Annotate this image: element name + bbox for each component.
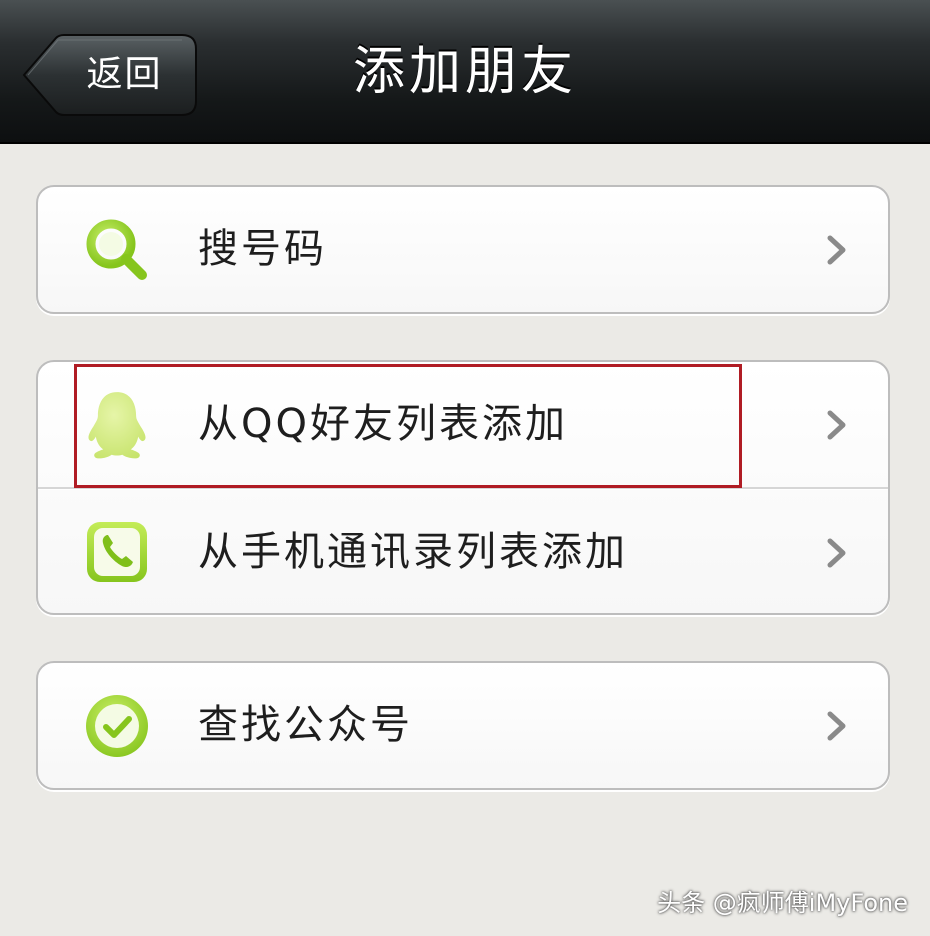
navigation-bar: 返回 添加朋友 (0, 0, 930, 144)
qq-penguin-icon (88, 392, 146, 459)
page-title: 添加朋友 (352, 42, 577, 102)
watermark: 头条 @疯师傅iMyFone (657, 889, 908, 917)
chevron-right-icon (827, 538, 846, 568)
list-item-qq-friends[interactable]: 从QQ好友列表添加 (38, 362, 888, 487)
import-friends-card: 从QQ好友列表添加 从手机通讯录列表添加 (36, 360, 890, 615)
search-card: 搜号码 (36, 185, 890, 314)
search-icon (86, 219, 147, 280)
list-item-find-official-accounts[interactable]: 查找公众号 (38, 663, 888, 788)
list-item-label: 搜号码 (198, 226, 327, 272)
official-accounts-card: 查找公众号 (36, 661, 890, 790)
chevron-right-icon (827, 711, 846, 741)
list-item-label: 查找公众号 (198, 702, 413, 748)
checkmark-icon (86, 695, 148, 757)
list-item-label: 从QQ好友列表添加 (198, 401, 568, 447)
phone-icon (87, 522, 147, 582)
chevron-right-icon (827, 410, 846, 440)
list-item-phone-contacts[interactable]: 从手机通讯录列表添加 (38, 490, 888, 613)
list-item-label: 从手机通讯录列表添加 (198, 529, 628, 575)
chevron-right-icon (827, 235, 846, 265)
list-item-search-number[interactable]: 搜号码 (38, 187, 888, 312)
